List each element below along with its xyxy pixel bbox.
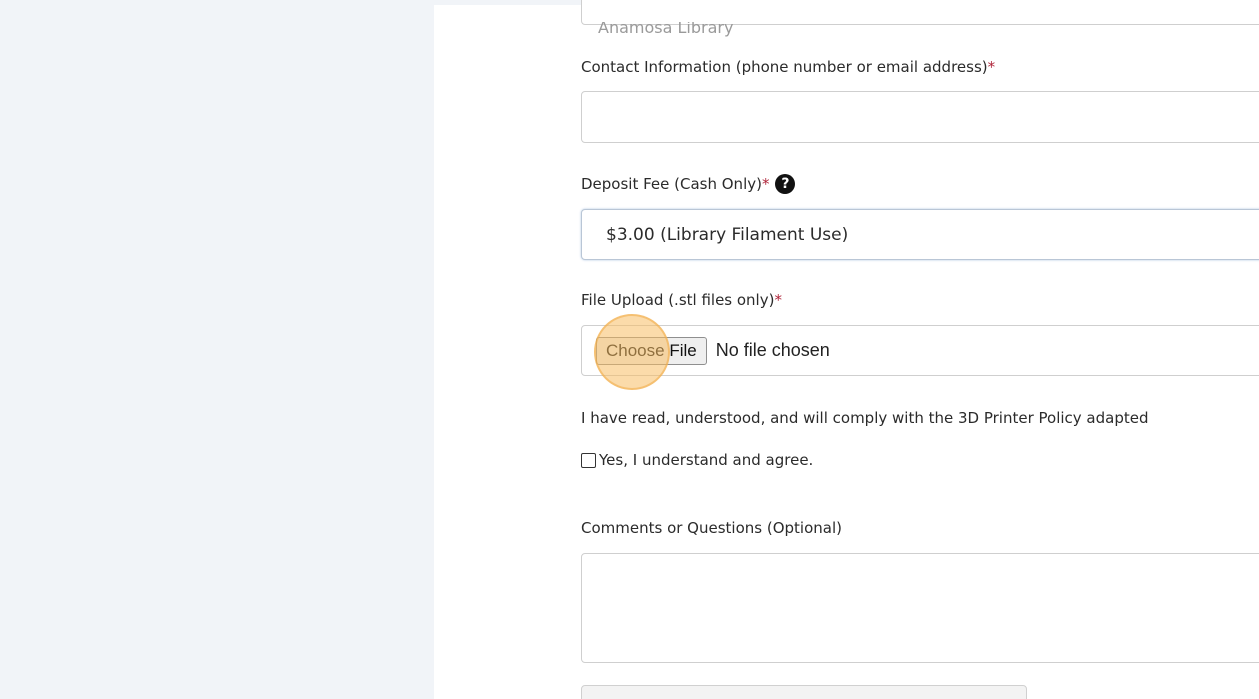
page: Anamosa Library Contact Information (pho… — [0, 0, 1259, 699]
checkbox-icon[interactable] — [581, 452, 596, 468]
upload-label: File Upload (.stl files only)* — [581, 291, 782, 309]
choose-file-button[interactable]: Choose File — [596, 336, 707, 365]
deposit-select[interactable]: $3.00 (Library Filament Use) — [581, 209, 1259, 260]
library-select-field[interactable] — [581, 0, 1259, 25]
contact-label-text: Contact Information (phone number or ema… — [581, 58, 988, 76]
deposit-selected-value: $3.00 (Library Filament Use) — [606, 224, 849, 245]
policy-text: I have read, understood, and will comply… — [581, 409, 1149, 427]
agree-label[interactable]: Yes, I understand and agree. — [599, 451, 813, 469]
file-upload-field[interactable]: Choose File No file chosen — [581, 325, 1259, 376]
submit-button[interactable] — [581, 685, 1027, 699]
required-mark: * — [774, 291, 782, 309]
help-circle-icon[interactable]: ? — [775, 174, 796, 194]
left-gutter — [0, 0, 434, 699]
comments-label: Comments or Questions (Optional) — [581, 519, 842, 537]
comments-textarea[interactable] — [581, 553, 1259, 663]
agree-row[interactable]: Yes, I understand and agree. — [581, 451, 813, 469]
contact-label: Contact Information (phone number or ema… — [581, 58, 995, 76]
deposit-label-text: Deposit Fee (Cash Only) — [581, 175, 762, 193]
required-mark: * — [987, 58, 996, 76]
contact-input[interactable] — [581, 91, 1259, 143]
file-status: No file chosen — [715, 340, 830, 360]
deposit-label: Deposit Fee (Cash Only) *? — [581, 174, 796, 194]
upload-label-text: File Upload (.stl files only) — [581, 291, 775, 309]
required-mark: * — [761, 175, 770, 193]
